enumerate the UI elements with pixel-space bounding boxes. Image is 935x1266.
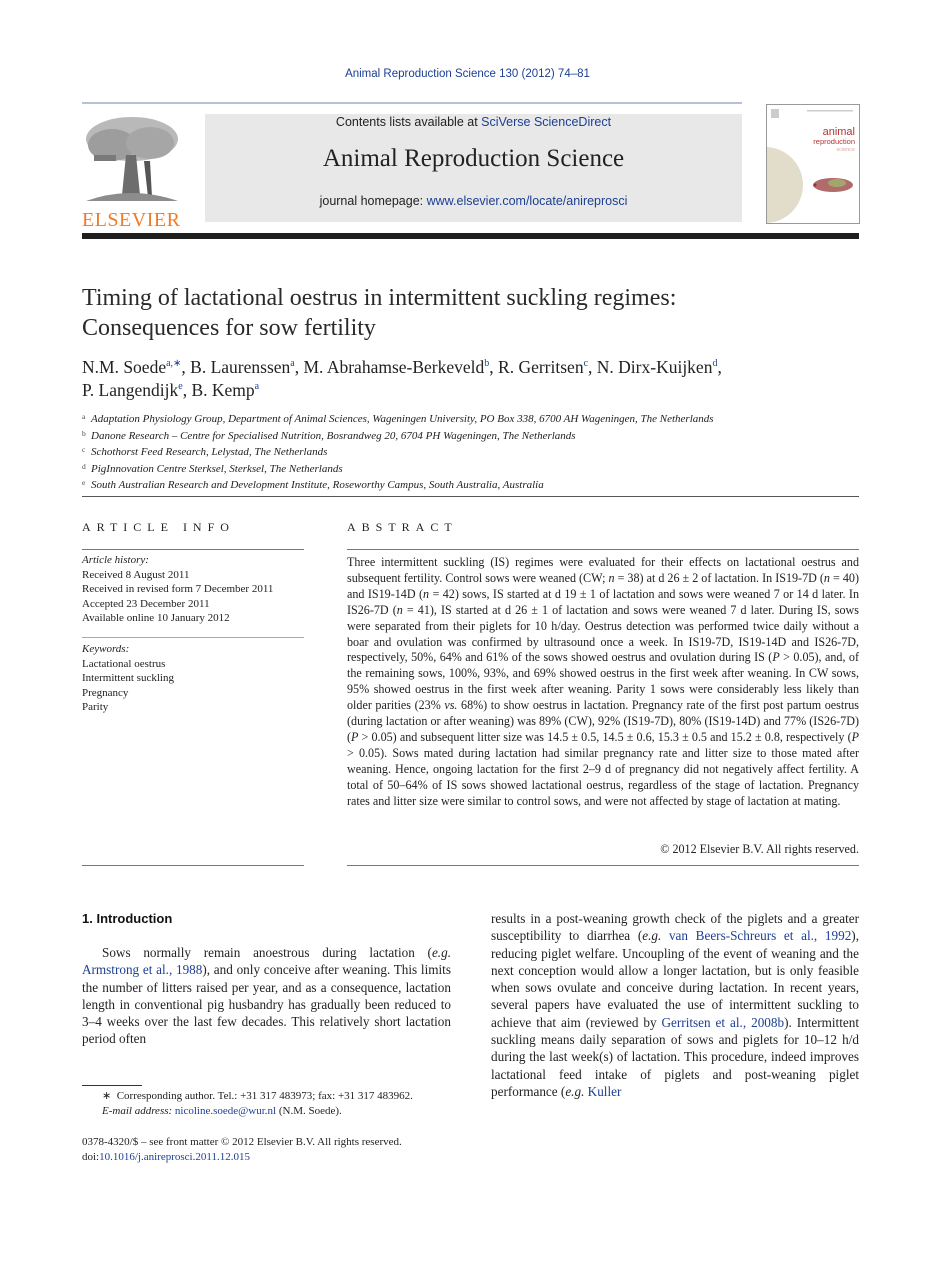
header-rule: [82, 102, 742, 104]
history-item: Available online 10 January 2012: [82, 612, 230, 624]
doi-link[interactable]: 10.1016/j.anireprosci.2011.12.015: [99, 1151, 250, 1163]
abstract-bottom-rule: [347, 865, 859, 866]
keywords: Keywords: Lactational oestrus Intermitte…: [82, 642, 304, 715]
journal-cover-image-icon: animal reproduction science: [767, 109, 855, 223]
keyword: Parity: [82, 701, 109, 713]
history-item: Received 8 August 2011: [82, 568, 190, 581]
abstract-copyright: © 2012 Elsevier B.V. All rights reserved…: [660, 842, 859, 856]
abstract-heading: ABSTRACT: [347, 520, 458, 534]
author[interactable]: R. Gerritsenc,: [498, 357, 597, 377]
homepage-prefix: journal homepage:: [319, 194, 427, 208]
author[interactable]: N.M. Soedea,∗,: [82, 357, 190, 377]
affiliations: a Adaptation Physiology Group, Department…: [82, 410, 862, 493]
keyword: Lactational oestrus: [82, 657, 166, 670]
citation-link[interactable]: Gerritsen et al., 2008b: [662, 1015, 785, 1030]
article-info-rule: [82, 549, 304, 550]
header-thick-rule: [82, 233, 859, 239]
author[interactable]: B. Laurenssena,: [190, 357, 303, 377]
history-label: Article history:: [82, 554, 149, 566]
affiliation: e South Australian Research and Developme…: [82, 478, 544, 491]
author[interactable]: M. Abrahamse-Berkeveldb,: [304, 357, 499, 377]
footnote-rule: [82, 1085, 142, 1086]
elsevier-tree-icon: [82, 115, 180, 205]
homepage-line: journal homepage: www.elsevier.com/locat…: [205, 194, 742, 208]
contents-line: Contents lists available at SciVerse Sci…: [205, 115, 742, 129]
history-item: Received in revised form 7 December 2011: [82, 583, 274, 595]
article-info-heading: ARTICLE INFO: [82, 520, 235, 534]
section-divider: [82, 496, 859, 497]
cover-title-science: science: [836, 147, 855, 153]
author-affiliation-mark[interactable]: a: [255, 381, 259, 392]
italic-text: e.g.: [565, 1083, 585, 1099]
footnote-email: E-mail address: nicoline.soede@wur.nl (N…: [102, 1105, 342, 1117]
affiliation: d PigInnovation Centre Sterksel, Sterksel…: [82, 461, 343, 475]
footnote-marker: ∗: [102, 1090, 112, 1102]
italic-text: e.g.: [431, 945, 451, 960]
homepage-link[interactable]: www.elsevier.com/locate/anireprosci: [427, 194, 628, 208]
elsevier-wordmark: ELSEVIER: [82, 209, 181, 231]
author-list: N.M. Soedea,∗, B. Laurenssena, M. Abraha…: [82, 356, 862, 402]
citation-link[interactable]: Kuller: [588, 1084, 622, 1099]
citation-link[interactable]: van Beers-Schreurs et al., 1992: [669, 928, 851, 943]
intro-column-left: Sows normally remain anoestrous during l…: [82, 944, 451, 1048]
article-info-bottom-rule: [82, 865, 304, 866]
journal-cover[interactable]: animal reproduction science: [766, 104, 860, 224]
italic-text: e.g.: [642, 928, 662, 944]
author[interactable]: N. Dirx-Kuijkend,: [597, 357, 722, 377]
keywords-label: Keywords:: [82, 643, 130, 655]
doi-line: doi:10.1016/j.anireprosci.2011.12.015: [82, 1151, 250, 1163]
author-affiliation-mark[interactable]: a,∗: [166, 358, 181, 369]
issn-doi: 0378-4320/$ – see front matter © 2012 El…: [82, 1135, 462, 1165]
contents-prefix: Contents lists available at: [335, 115, 482, 129]
author[interactable]: P. Langendijke,: [82, 380, 191, 400]
keyword: Intermittent suckling: [82, 672, 174, 684]
abstract-text: Three intermittent suckling (IS) regimes…: [347, 555, 860, 808]
article-history: Article history: Received 8 August 2011 …: [82, 553, 304, 626]
cover-title-reproduction: reproduction: [813, 137, 855, 146]
journal-name: Animal Reproduction Science: [322, 145, 625, 172]
journal-banner: Contents lists available at SciVerse Sci…: [205, 114, 742, 222]
front-matter-line: 0378-4320/$ – see front matter © 2012 El…: [82, 1136, 402, 1148]
title-line-1: Timing of lactational oestrus in intermi…: [82, 285, 677, 311]
history-item: Accepted 23 December 2011: [82, 597, 210, 610]
running-head[interactable]: Animal Reproduction Science 130 (2012) 7…: [0, 68, 935, 80]
title-line-2: Consequences for sow fertility: [82, 315, 376, 341]
email-link[interactable]: nicoline.soede@wur.nl: [175, 1105, 276, 1117]
abstract-rule: [347, 549, 859, 550]
corresponding-author-footnote: ∗ Corresponding author. Tel.: +31 317 48…: [82, 1089, 452, 1119]
article-title: Timing of lactational oestrus in intermi…: [82, 283, 862, 343]
citation-link[interactable]: Armstrong et al., 1988: [82, 962, 202, 977]
elsevier-logo[interactable]: ELSEVIER: [82, 115, 182, 231]
paragraph-text: Sows normally remain anoestrous during l…: [102, 945, 432, 960]
author[interactable]: B. Kempa: [191, 380, 259, 400]
footnote-corresponding: ∗ Corresponding author. Tel.: +31 317 48…: [102, 1090, 413, 1102]
sciencedirect-link[interactable]: SciVerse ScienceDirect: [481, 115, 611, 129]
introduction-heading: 1. Introduction: [82, 911, 173, 926]
keyword: Pregnancy: [82, 686, 129, 699]
paragraph-text: [661, 928, 669, 943]
affiliation: a Adaptation Physiology Group, Department…: [82, 412, 714, 425]
affiliation: b Danone Research – Centre for Specialise…: [82, 428, 576, 442]
affiliation: c Schothorst Feed Research, Lelystad, The…: [82, 445, 328, 458]
keywords-rule: [82, 637, 304, 638]
intro-column-right: results in a post-weaning growth check o…: [491, 910, 859, 1100]
